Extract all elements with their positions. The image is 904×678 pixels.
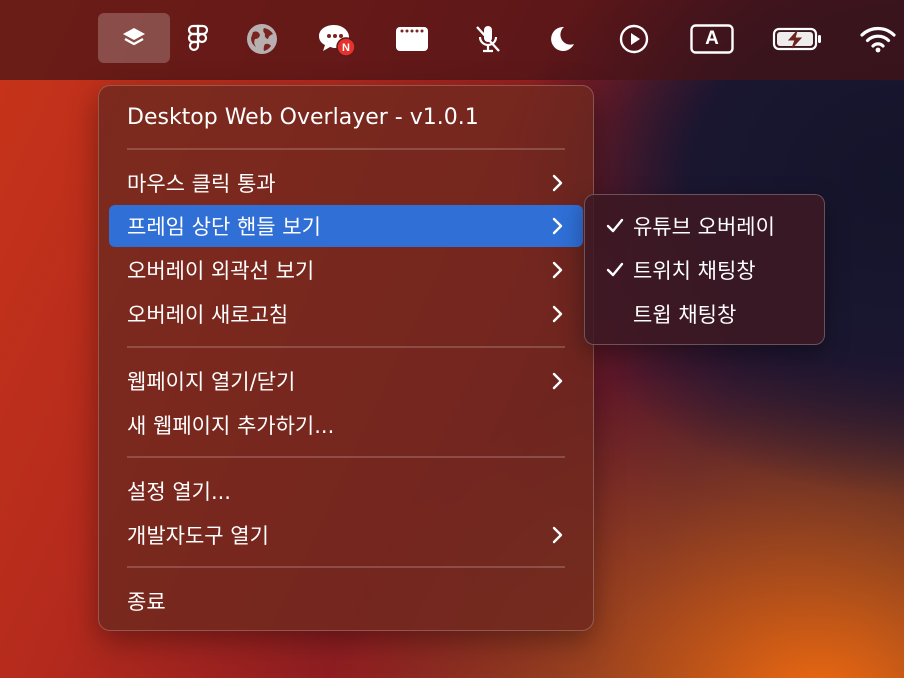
moon-icon[interactable] bbox=[540, 17, 584, 61]
chevron-right-icon bbox=[552, 305, 563, 323]
mic-muted-icon[interactable] bbox=[466, 17, 510, 61]
menu-item-label: 개발자도구 열기 bbox=[127, 524, 269, 548]
submenu-item-twitch-chat[interactable]: 트위치 채팅창 bbox=[593, 249, 818, 291]
chevron-right-icon bbox=[552, 261, 563, 279]
checkmark-icon bbox=[606, 218, 624, 233]
submenu-item-twip-chat[interactable]: 트윕 채팅창 bbox=[593, 293, 818, 335]
menu-item-label: 오버레이 외곽선 보기 bbox=[127, 259, 315, 283]
svg-text:N: N bbox=[342, 42, 350, 54]
globe-icon[interactable] bbox=[240, 17, 284, 61]
menu-separator bbox=[127, 456, 565, 458]
menu-title: Desktop Web Overlayer - v1.0.1 bbox=[109, 96, 583, 138]
chevron-right-icon bbox=[552, 526, 563, 544]
chevron-right-icon bbox=[552, 372, 563, 390]
figma-icon[interactable] bbox=[176, 17, 220, 61]
input-source-icon[interactable]: A bbox=[689, 17, 735, 61]
chevron-right-icon bbox=[552, 217, 563, 235]
battery-charging-icon[interactable] bbox=[770, 17, 826, 61]
frame-handle-submenu: 유튜브 오버레이 트위치 채팅창 트윕 채팅창 bbox=[584, 194, 825, 345]
menu-separator bbox=[127, 148, 565, 150]
menu-item-label: 마우스 클릭 통과 bbox=[127, 172, 276, 196]
menu-item-label: 새 웹페이지 추가하기... bbox=[127, 414, 335, 438]
play-circle-icon[interactable] bbox=[612, 17, 656, 61]
window-icon[interactable] bbox=[390, 17, 434, 61]
menu-item-label: 오버레이 새로고침 bbox=[127, 303, 289, 327]
menu-item-devtools[interactable]: 개발자도구 열기 bbox=[109, 514, 583, 556]
app-dropdown-menu: Desktop Web Overlayer - v1.0.1 마우스 클릭 통과… bbox=[98, 85, 594, 631]
checkmark-icon bbox=[606, 262, 624, 277]
messages-badge-icon[interactable]: N bbox=[316, 17, 360, 61]
menu-item-frame-handle[interactable]: 프레임 상단 핸들 보기 bbox=[109, 205, 583, 247]
layers-icon[interactable] bbox=[98, 13, 170, 63]
menu-item-webpage-toggle[interactable]: 웹페이지 열기/닫기 bbox=[109, 360, 583, 402]
wifi-icon[interactable] bbox=[856, 17, 900, 61]
menu-item-label: 웹페이지 열기/닫기 bbox=[127, 370, 296, 394]
menu-item-overlay-refresh[interactable]: 오버레이 새로고침 bbox=[109, 293, 583, 335]
submenu-item-label: 트위치 채팅창 bbox=[633, 259, 756, 283]
submenu-item-youtube-overlay[interactable]: 유튜브 오버레이 bbox=[593, 205, 818, 247]
menu-item-label: 종료 bbox=[127, 590, 166, 614]
menu-item-label: 설정 열기... bbox=[127, 480, 231, 504]
chevron-right-icon bbox=[552, 174, 563, 192]
menu-separator bbox=[127, 566, 565, 568]
menu-item-open-settings[interactable]: 설정 열기... bbox=[109, 470, 583, 512]
menu-bar: N A bbox=[0, 0, 904, 80]
menu-item-click-through[interactable]: 마우스 클릭 통과 bbox=[109, 162, 583, 204]
menu-item-add-webpage[interactable]: 새 웹페이지 추가하기... bbox=[109, 404, 583, 446]
menu-item-label: 프레임 상단 핸들 보기 bbox=[127, 215, 321, 239]
input-source-label: A bbox=[705, 28, 719, 49]
submenu-item-label: 트윕 채팅창 bbox=[633, 303, 737, 327]
menu-title-label: Desktop Web Overlayer - v1.0.1 bbox=[127, 104, 479, 130]
menu-separator bbox=[127, 346, 565, 348]
menu-item-overlay-outline[interactable]: 오버레이 외곽선 보기 bbox=[109, 249, 583, 291]
submenu-item-label: 유튜브 오버레이 bbox=[633, 215, 775, 239]
menu-item-quit[interactable]: 종료 bbox=[109, 580, 583, 622]
